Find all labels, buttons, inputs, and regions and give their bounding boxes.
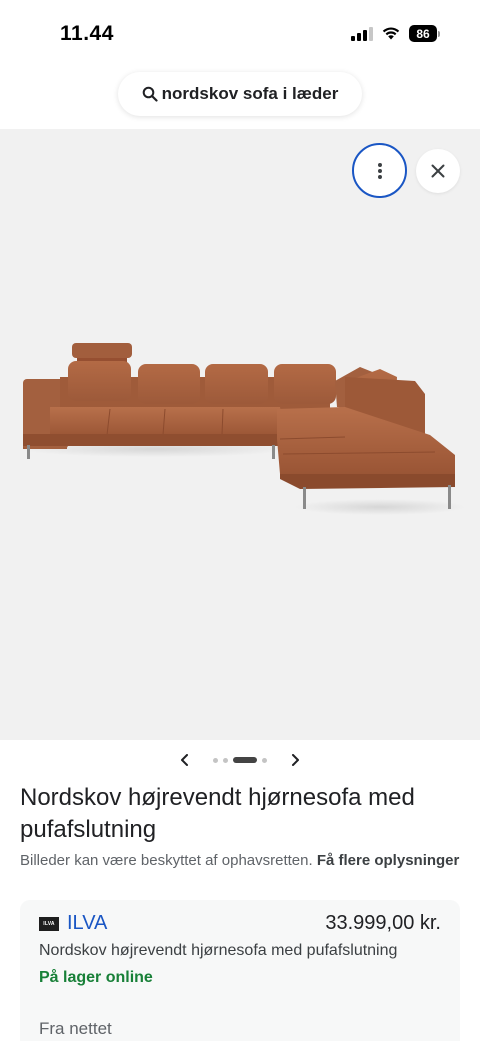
copyright-notice: Billeder kan være beskyttet af ophavsret… bbox=[20, 850, 460, 872]
more-options-button[interactable] bbox=[352, 143, 407, 198]
store[interactable]: ILVA ILVA bbox=[39, 912, 107, 935]
close-icon bbox=[431, 164, 445, 178]
chevron-right-icon bbox=[292, 754, 299, 766]
battery-level: 86 bbox=[409, 25, 437, 42]
product-price: 33.999,00 kr. bbox=[325, 912, 441, 934]
product-description: Nordskov højrevendt hjørnesofa med pufaf… bbox=[39, 942, 398, 959]
signal-icon bbox=[351, 26, 373, 41]
carousel-dot bbox=[262, 757, 267, 763]
status-time: 11.44 bbox=[60, 22, 114, 45]
more-vertical-icon bbox=[377, 162, 382, 179]
previous-image-button[interactable] bbox=[175, 750, 195, 770]
carousel-dot bbox=[213, 757, 218, 763]
close-button[interactable] bbox=[416, 149, 460, 193]
result-title[interactable]: Nordskov højrevendt hjørnesofa med pufaf… bbox=[20, 782, 460, 846]
product-card-header: ILVA ILVA 33.999,00 kr. bbox=[39, 912, 441, 935]
copyright-text: Billeder kan være beskyttet af ophavsret… bbox=[20, 852, 313, 869]
search-icon bbox=[142, 86, 158, 102]
wifi-icon bbox=[382, 27, 400, 40]
status-bar: 11.44 86 bbox=[0, 0, 480, 70]
carousel-dot bbox=[223, 757, 228, 763]
carousel-dots bbox=[213, 757, 267, 763]
product-card[interactable]: ILVA ILVA 33.999,00 kr. Nordskov højreve… bbox=[20, 900, 460, 1041]
store-name[interactable]: ILVA bbox=[67, 912, 107, 935]
search-query-pill[interactable]: nordskov sofa i læder bbox=[118, 72, 362, 116]
store-logo: ILVA bbox=[39, 916, 59, 931]
stock-status: På lager online bbox=[39, 969, 153, 986]
search-query-text: nordskov sofa i læder bbox=[161, 84, 339, 103]
carousel-dot-active bbox=[233, 757, 257, 763]
chevron-left-icon bbox=[181, 754, 188, 766]
source-label: Fra nettet bbox=[39, 1019, 112, 1038]
image-carousel-nav bbox=[0, 748, 480, 772]
image-viewer[interactable] bbox=[0, 129, 480, 740]
battery-icon: 86 bbox=[409, 25, 440, 42]
sofa-product-image[interactable] bbox=[15, 339, 465, 519]
next-image-button[interactable] bbox=[285, 750, 305, 770]
status-icons: 86 bbox=[351, 25, 440, 42]
more-info-link[interactable]: Få flere oplysninger bbox=[317, 852, 460, 869]
